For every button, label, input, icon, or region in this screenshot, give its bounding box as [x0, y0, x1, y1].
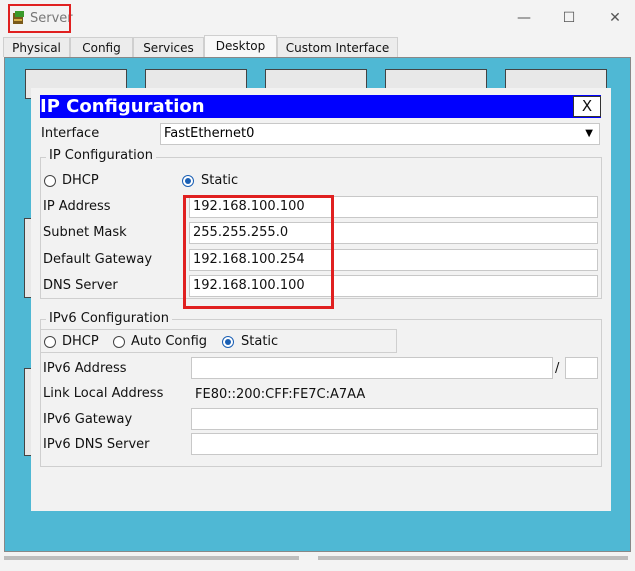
dns-server-label: DNS Server [43, 278, 118, 293]
ipv6-prefix-field[interactable] [565, 357, 598, 379]
ipv6-group-title: IPv6 Configuration [46, 311, 172, 326]
ipv6-static-label: Static [241, 334, 279, 349]
ipv4-static-label: Static [201, 173, 239, 188]
ipv6-auto-config-label: Auto Config [131, 334, 208, 349]
ipv6-gateway-label: IPv6 Gateway [43, 412, 133, 427]
tab-services[interactable]: Services [133, 37, 204, 57]
horizontal-scrollbar[interactable] [4, 556, 299, 560]
chevron-down-icon: ▼ [585, 128, 593, 139]
horizontal-scrollbar[interactable] [318, 556, 628, 560]
interface-value: FastEthernet0 [164, 126, 255, 141]
default-gateway-label: Default Gateway [43, 252, 153, 267]
tab-physical[interactable]: Physical [3, 37, 70, 57]
ipv6-address-label: IPv6 Address [43, 361, 127, 376]
interface-label: Interface [41, 126, 100, 141]
ipv6-gateway-field[interactable] [191, 408, 598, 430]
ipv6-static-radio[interactable] [222, 336, 234, 348]
title-bar: Server — ☐ ✕ [0, 0, 635, 37]
minimize-button[interactable]: — [514, 8, 534, 28]
link-local-address-value: FE80::200:CFF:FE7C:A7AA [191, 384, 598, 406]
ipv4-group-title: IP Configuration [46, 148, 156, 163]
tab-config[interactable]: Config [70, 37, 133, 57]
ip-address-label: IP Address [43, 199, 111, 214]
subnet-mask-label: Subnet Mask [43, 225, 127, 240]
ipv6-address-field[interactable] [191, 357, 553, 379]
interface-select[interactable]: FastEthernet0 ▼ [160, 123, 600, 145]
ipv6-dhcp-radio[interactable] [44, 336, 56, 348]
ipv6-dhcp-label: DHCP [62, 334, 99, 349]
ipv6-auto-config-radio[interactable] [113, 336, 125, 348]
ipv4-static-radio[interactable] [182, 175, 194, 187]
maximize-button[interactable]: ☐ [559, 8, 579, 28]
ipv6-dns-server-field[interactable] [191, 433, 598, 455]
ipv4-dhcp-label: DHCP [62, 173, 99, 188]
tab-bar: Physical Config Services Desktop Custom … [0, 35, 635, 57]
prefix-separator: / [555, 361, 560, 376]
dialog-close-button[interactable]: X [573, 96, 601, 117]
link-local-address-label: Link Local Address [43, 386, 164, 401]
tab-desktop[interactable]: Desktop [204, 35, 277, 57]
dialog-title: IP Configuration [40, 96, 205, 117]
ipv6-dns-server-label: IPv6 DNS Server [43, 437, 150, 452]
ipv4-dhcp-radio[interactable] [44, 175, 56, 187]
title-highlight-box [8, 4, 71, 33]
close-window-button[interactable]: ✕ [605, 8, 625, 28]
ip-values-highlight-box [183, 195, 334, 309]
tab-custom-interface[interactable]: Custom Interface [277, 37, 398, 57]
